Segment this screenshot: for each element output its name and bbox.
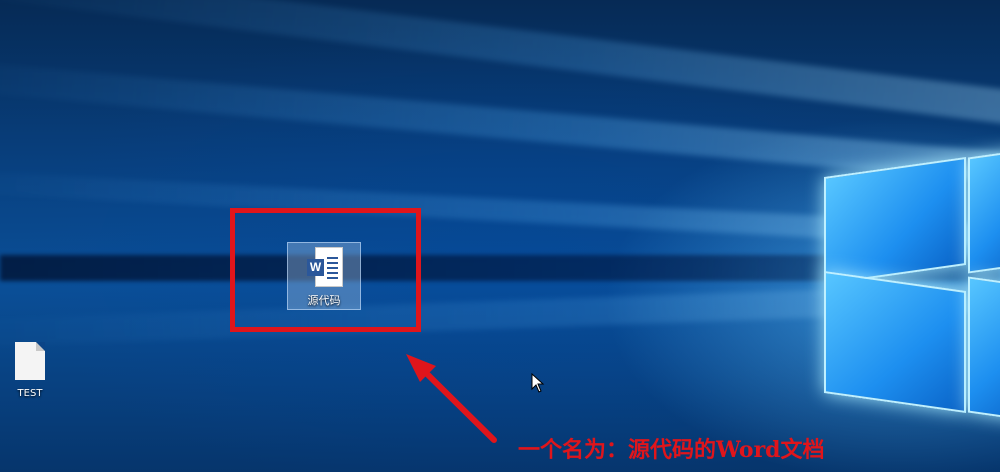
windows-logo [820,145,1000,422]
blank-document-icon [15,342,45,380]
annotation-caption: 一个名为：源代码的Word文档 [518,437,825,463]
mouse-cursor-icon [531,373,545,393]
desktop-background [0,0,1000,472]
windows-logo-pane [824,157,966,285]
annotation-highlight-box [230,208,421,332]
windows-logo-pane [968,276,1000,422]
windows-logo-pane [968,148,1000,274]
windows-logo-pane [824,271,966,413]
desktop-icon-label: TEST [17,388,43,399]
desktop-icon-test[interactable]: TEST [6,340,54,404]
